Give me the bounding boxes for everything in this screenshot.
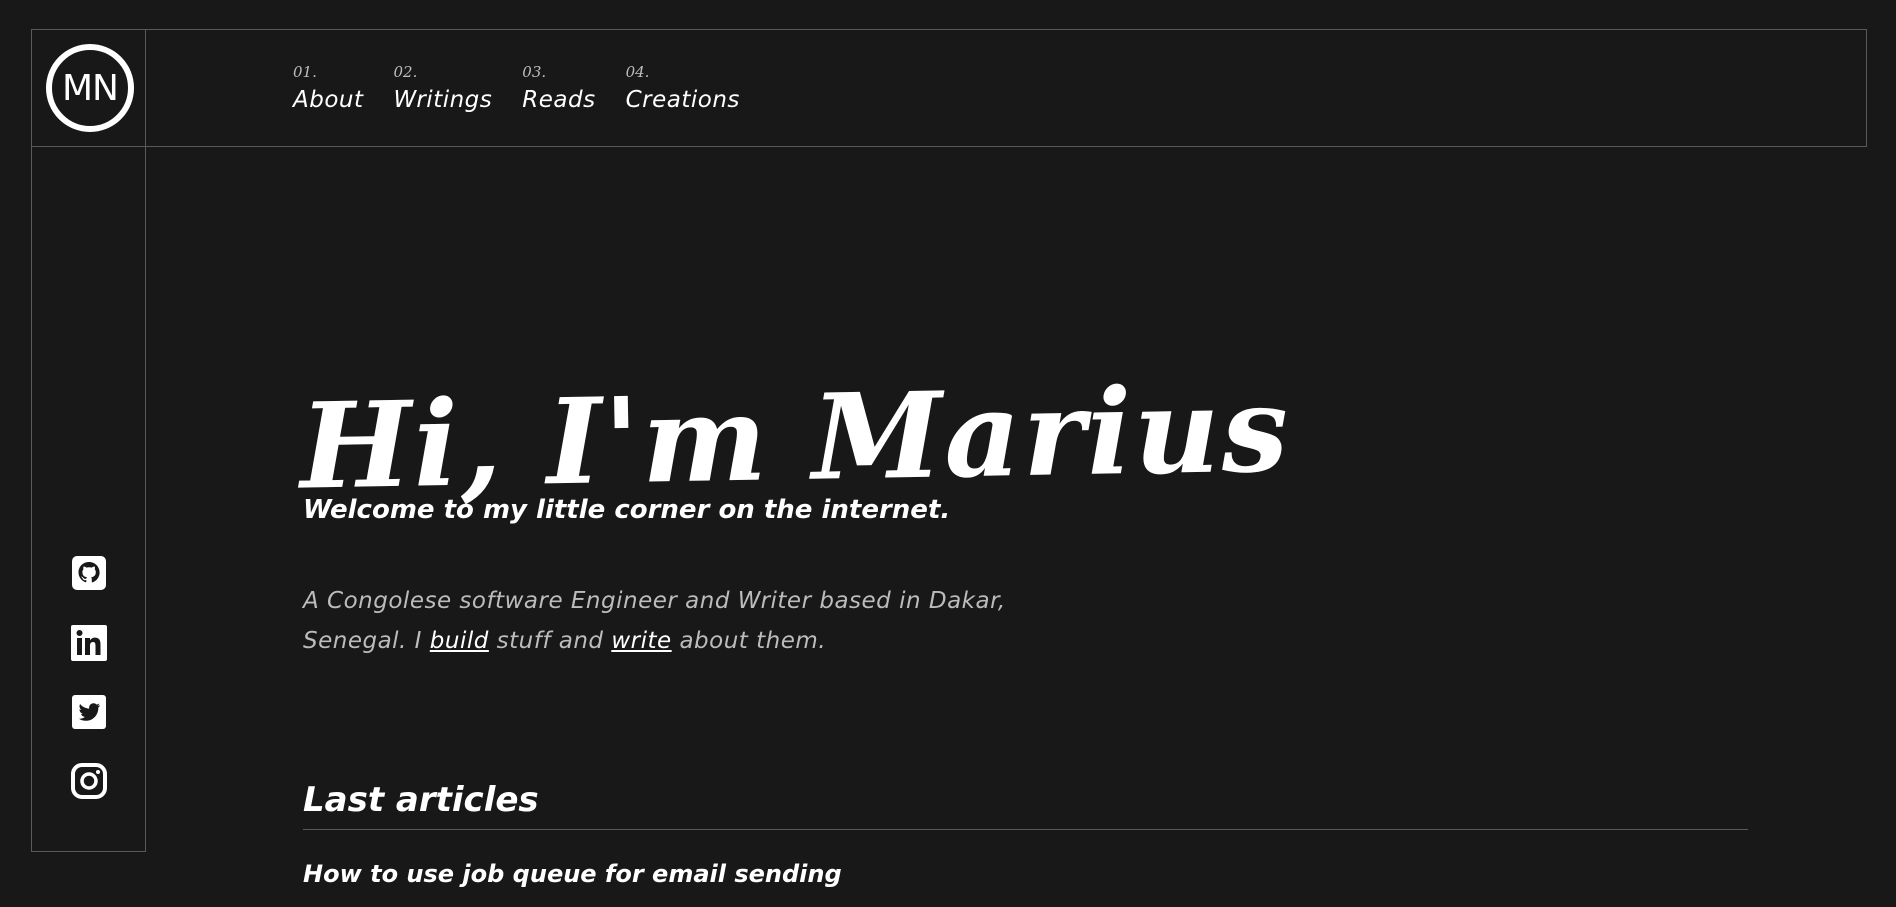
- main-nav: 01. About 02. Writings 03. Reads 04. Cre…: [293, 63, 740, 113]
- logo-text: MN: [62, 67, 119, 109]
- hero-tagline: Welcome to my little corner on the inter…: [303, 495, 951, 525]
- nav-item-creations[interactable]: 04. Creations: [626, 63, 740, 113]
- nav-item-writings[interactable]: 02. Writings: [394, 63, 493, 113]
- last-articles-heading: Last articles: [303, 780, 539, 821]
- github-icon[interactable]: [70, 554, 108, 592]
- nav-label: Writings: [393, 87, 493, 113]
- write-link[interactable]: write: [611, 628, 671, 654]
- linkedin-icon[interactable]: [70, 624, 108, 662]
- bio-text-middle: stuff and: [488, 628, 612, 654]
- nav-label: Reads: [522, 87, 596, 113]
- nav-item-about[interactable]: 01. About: [293, 63, 364, 113]
- bio-text-end: about them.: [671, 628, 827, 654]
- nav-item-reads[interactable]: 03. Reads: [522, 63, 595, 113]
- nav-label: About: [293, 87, 364, 113]
- hero-title: Hi, I'm Marius: [298, 359, 1292, 516]
- instagram-icon[interactable]: [70, 762, 108, 800]
- articles-divider: [303, 829, 1748, 830]
- article-link[interactable]: How to use job queue for email sending: [303, 860, 842, 888]
- logo[interactable]: MN: [46, 44, 134, 132]
- nav-label: Creations: [625, 87, 740, 113]
- nav-number: 04.: [625, 63, 650, 81]
- twitter-icon[interactable]: [70, 693, 108, 731]
- build-link[interactable]: build: [430, 628, 489, 654]
- nav-number: 03.: [522, 63, 547, 81]
- nav-number: 01.: [293, 63, 317, 81]
- hero-bio: A Congolese software Engineer and Writer…: [303, 581, 1023, 661]
- nav-number: 02.: [393, 63, 418, 81]
